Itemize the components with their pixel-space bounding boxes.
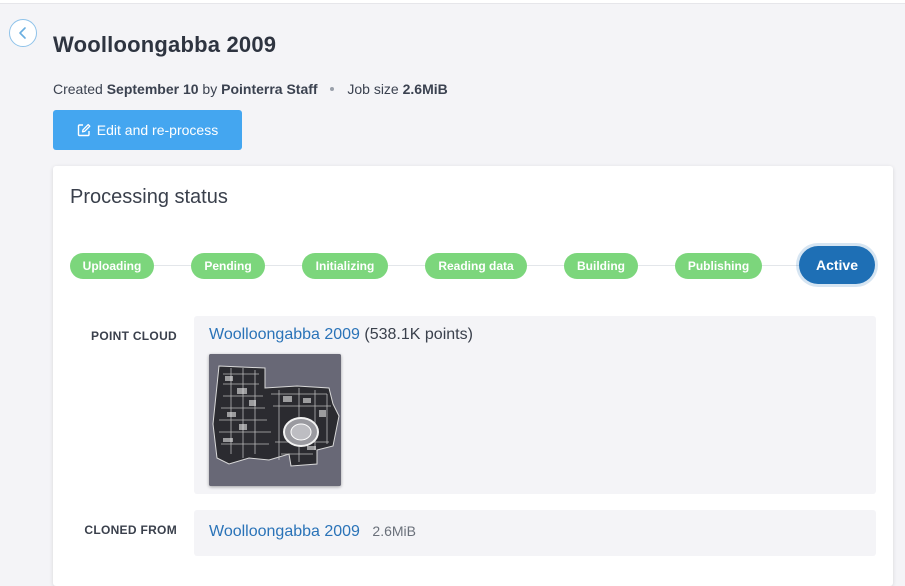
step-publishing: Publishing — [675, 253, 762, 279]
processing-status-card: Processing status Uploading Pending Init… — [53, 166, 893, 586]
created-date: September 10 — [106, 81, 199, 97]
cloned-from-label: CLONED FROM — [84, 523, 177, 537]
edit-icon — [77, 123, 91, 137]
status-pipeline: Uploading Pending Initializing Reading d… — [53, 246, 893, 286]
edit-reprocess-button[interactable]: Edit and re-process — [53, 110, 242, 150]
job-meta: Created September 10 by Pointerra Staff … — [53, 81, 448, 97]
separator-dot — [330, 87, 335, 92]
step-initializing: Initializing — [302, 253, 388, 279]
job-size-label: Job size — [347, 81, 399, 97]
card-title: Processing status — [70, 186, 228, 208]
point-cloud-panel: Woolloongabba 2009 (538.1K points) — [194, 316, 876, 494]
cloned-from-panel: Woolloongabba 2009 2.6MiB — [194, 510, 876, 556]
top-bar — [0, 0, 905, 4]
by-word: by — [202, 81, 218, 97]
point-cloud-count: (538.1K points) — [364, 326, 473, 343]
step-active: Active — [799, 246, 875, 284]
point-cloud-label: POINT CLOUD — [91, 329, 177, 343]
step-building: Building — [564, 253, 638, 279]
back-button[interactable] — [9, 19, 37, 47]
created-prefix: Created — [53, 81, 103, 97]
step-uploading: Uploading — [70, 253, 154, 279]
cloned-from-link[interactable]: Woolloongabba 2009 — [209, 523, 360, 540]
edit-reprocess-label: Edit and re-process — [96, 122, 219, 138]
chevron-left-icon — [19, 27, 26, 39]
cloned-from-size: 2.6MiB — [372, 523, 416, 539]
point-cloud-thumbnail[interactable] — [209, 354, 341, 486]
point-cloud-preview-image — [209, 354, 341, 486]
point-cloud-link[interactable]: Woolloongabba 2009 — [209, 326, 360, 343]
author-name: Pointerra Staff — [221, 81, 318, 97]
step-reading-data: Reading data — [425, 253, 527, 279]
page-title: Woolloongabba 2009 — [53, 32, 277, 57]
job-size-value: 2.6MiB — [402, 81, 448, 97]
step-pending: Pending — [191, 253, 265, 279]
